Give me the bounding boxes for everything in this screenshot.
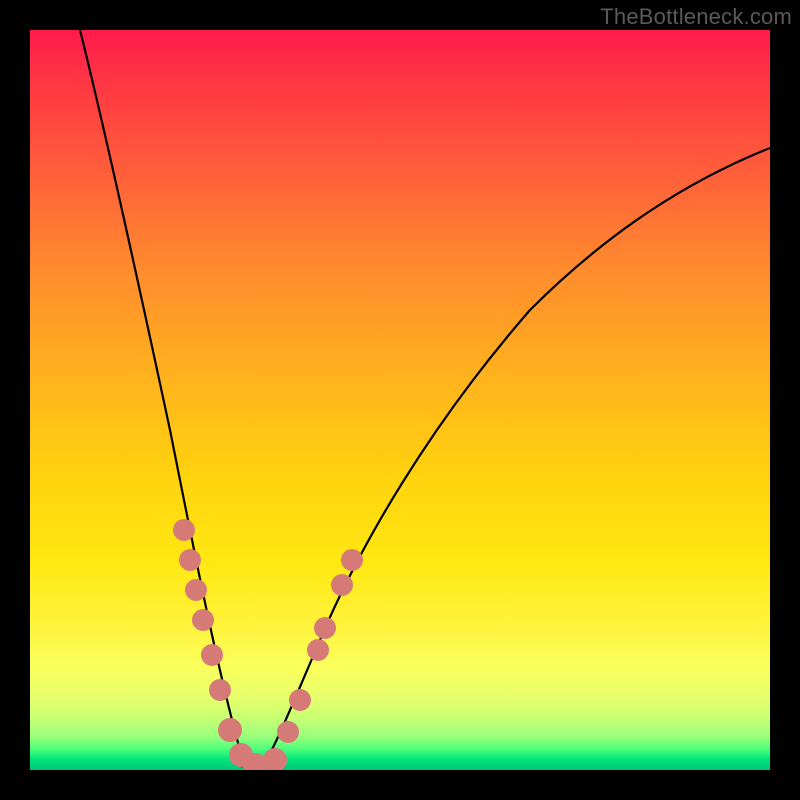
marker-dot: [314, 617, 336, 639]
marker-dot: [218, 718, 242, 742]
marker-dot: [185, 579, 207, 601]
chart-area: [30, 30, 770, 770]
chart-svg: [30, 30, 770, 770]
left-curve: [80, 30, 252, 768]
marker-dot: [209, 679, 231, 701]
marker-dot: [179, 549, 201, 571]
watermark-text: TheBottleneck.com: [600, 4, 792, 30]
marker-dot: [289, 689, 311, 711]
marker-dot: [201, 644, 223, 666]
marker-dot: [307, 639, 329, 661]
marker-dot: [263, 748, 287, 770]
marker-dot: [341, 549, 363, 571]
marker-dot: [173, 519, 195, 541]
marker-dot: [192, 609, 214, 631]
marker-dot: [277, 721, 299, 743]
marker-dot: [331, 574, 353, 596]
right-curve: [260, 148, 770, 768]
